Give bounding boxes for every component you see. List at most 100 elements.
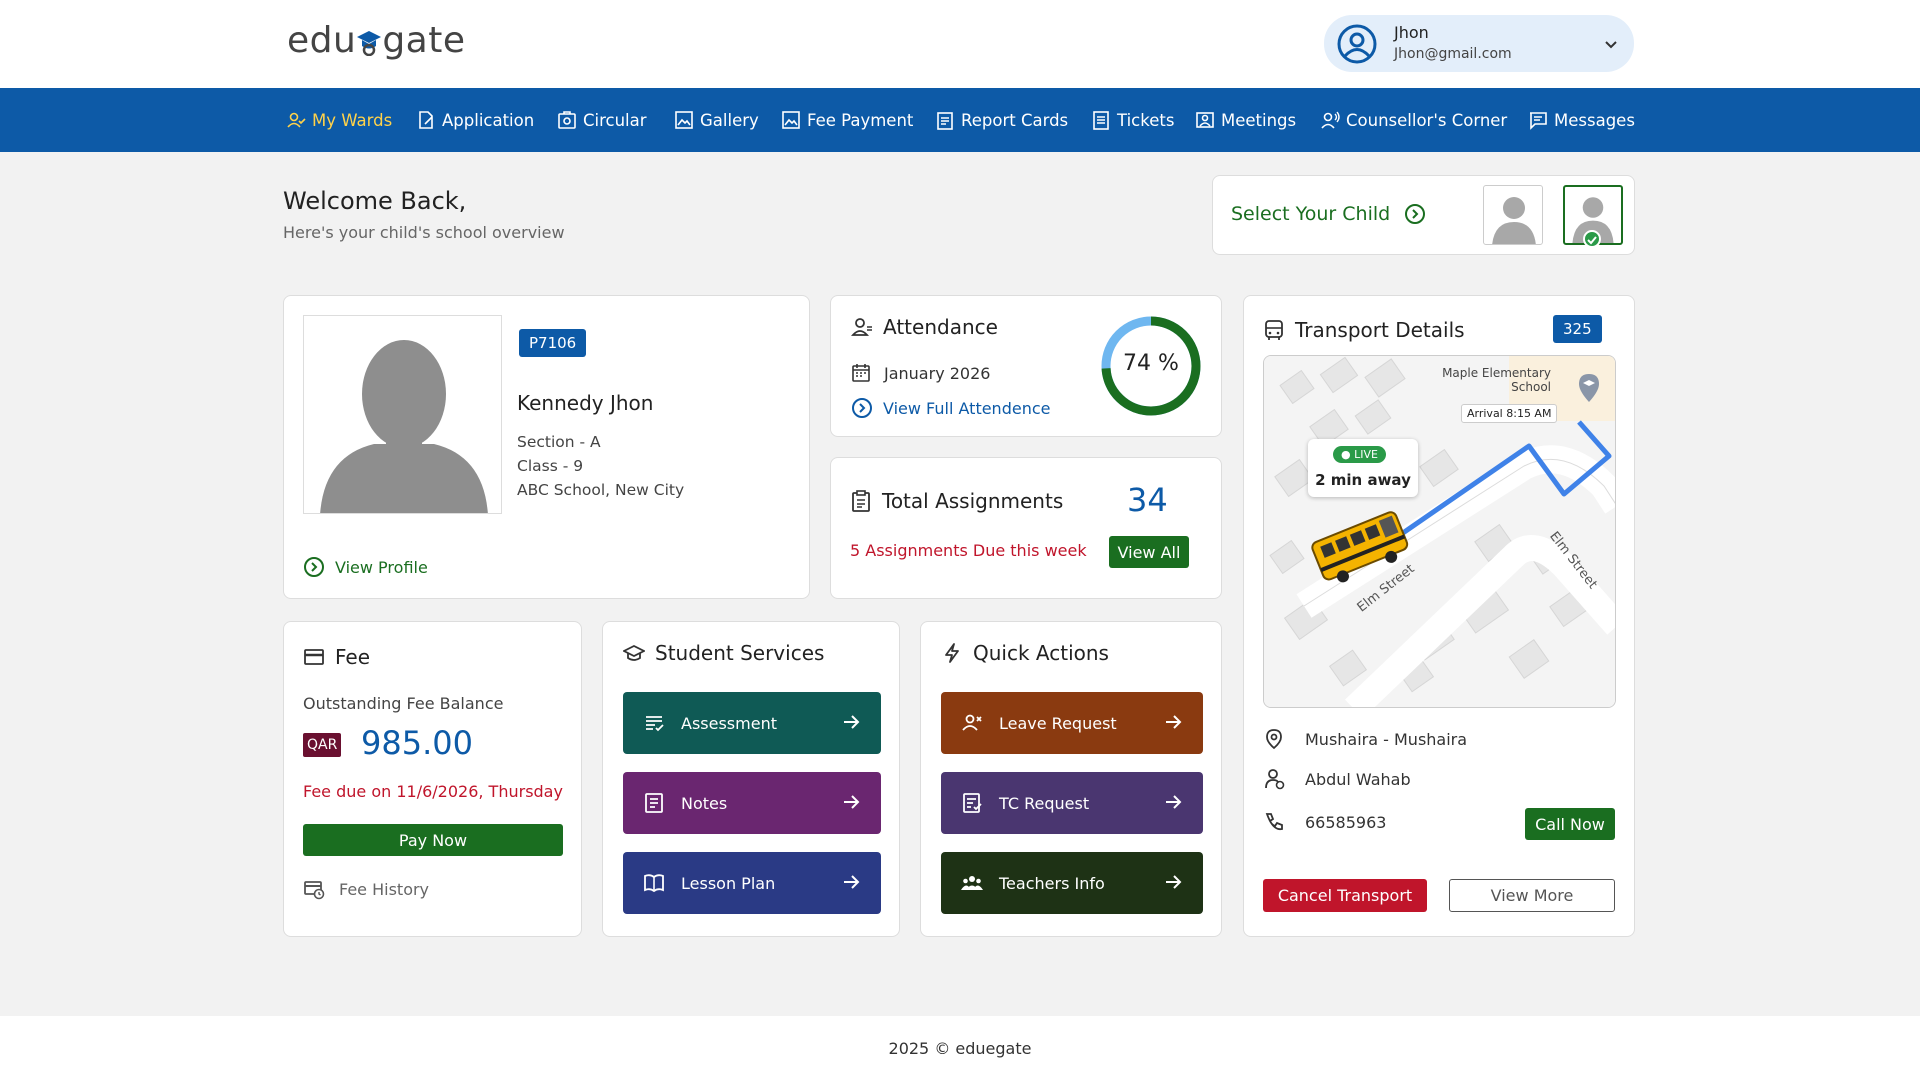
attendance-month-text: January 2026 [884,363,991,383]
live-badge: ● LIVE [1333,446,1386,463]
phone-icon [1265,813,1283,831]
nav-label: My Wards [312,110,393,130]
ticket-icon [1093,111,1109,130]
assessment-button[interactable]: Assessment [623,692,881,754]
document-request-icon [963,793,982,813]
student-school: ABC School, New City [517,481,685,499]
clipboard-icon [852,490,870,512]
message-icon [1530,112,1547,130]
nav-tickets[interactable]: Tickets [1091,108,1174,132]
bus-icon [1265,320,1283,340]
notes-button[interactable]: Notes [623,772,881,834]
nav-label: Report Cards [961,110,1069,130]
lightning-icon [945,643,959,663]
gallery-icon [675,111,693,129]
fee-history-label: Fee History [339,879,430,899]
nav-counsellors-corner[interactable]: Counsellor's Corner [1320,108,1507,132]
view-all-assignments-button[interactable]: View All [1109,536,1189,568]
image-icon [782,111,800,129]
map-arrival-label: Arrival 8:15 AM [1461,404,1558,423]
map-school-label: Maple Elementary School [1441,366,1551,394]
live-text: LIVE [1354,448,1378,461]
tc-request-button[interactable]: TC Request [941,772,1203,834]
nav-my-wards[interactable]: My Wards [286,108,392,132]
main-nav: My Wards Application Circular Gallery Fe… [0,88,1920,152]
nav-label: Messages [1554,110,1635,130]
user-avatar-icon [1337,24,1377,64]
fee-amount: 985.00 [361,724,473,762]
fee-title: Fee [303,645,370,669]
eta-text: 2 min away [1315,471,1411,489]
map-eta-bubble: ● LIVE 2 min away [1308,439,1418,497]
transport-driver: Abdul Wahab [1263,768,1411,790]
user-group-icon [287,112,306,128]
nav-label: Application [442,110,535,130]
driver-icon [1265,769,1285,790]
student-name: Kennedy Jhon [517,391,654,415]
nav-report-cards[interactable]: Report Cards [935,108,1068,132]
circular-icon [558,111,576,129]
nav-application[interactable]: Application [416,108,534,132]
arrow-right-icon [844,795,860,809]
footer-copyright: 2025 © eduegate [888,1039,1032,1058]
currency-badge: QAR [303,733,342,757]
view-full-attendance-link[interactable]: View Full Attendence [851,397,1050,419]
logo[interactable]: edu gate [287,20,466,61]
book-icon [644,874,664,893]
cancel-transport-button[interactable]: Cancel Transport [1263,879,1427,912]
nav-gallery[interactable]: Gallery [674,108,759,132]
nav-label: Tickets [1117,110,1175,130]
student-section: Section - A [517,433,601,451]
assignments-title: Total Assignments [850,489,1063,513]
view-profile-label: View Profile [335,557,428,577]
transport-driver-text: Abdul Wahab [1305,769,1411,789]
map-school-name-2: School [1511,380,1551,394]
list-check-icon [646,716,664,732]
view-profile-link[interactable]: View Profile [303,556,428,578]
nav-circular[interactable]: Circular [557,108,647,132]
nav-meetings[interactable]: Meetings [1195,108,1296,132]
credit-card-icon [304,649,324,665]
nav-label: Circular [583,110,647,130]
pay-now-button[interactable]: Pay Now [303,824,563,856]
nav-messages[interactable]: Messages [1528,108,1635,132]
attendance-percent: 74 % [1123,351,1179,376]
quick-actions-card: Quick Actions Leave Request TC Request T… [920,621,1222,937]
lesson-plan-button[interactable]: Lesson Plan [623,852,881,914]
tc-request-label: TC Request [999,793,1090,813]
transport-title: Transport Details [1263,318,1465,342]
user-menu[interactable]: Jhon Jhon@gmail.com [1324,15,1634,72]
transport-title-text: Transport Details [1295,318,1465,342]
chevron-down-icon[interactable] [1604,37,1618,51]
select-child-label[interactable]: Select Your Child [1231,203,1426,225]
logo-text-right: gate [382,20,466,61]
student-photo [303,315,502,514]
meeting-icon [1196,112,1214,128]
fee-history-link[interactable]: Fee History [303,878,429,900]
nav-fee-payment[interactable]: Fee Payment [781,108,913,132]
nav-label: Meetings [1221,110,1297,130]
arrow-right-icon [1166,875,1182,889]
arrow-right-icon [844,715,860,729]
attendance-title-text: Attendance [883,315,998,339]
child-avatar-1[interactable] [1483,185,1543,245]
transport-stop-text: Mushaira - Mushaira [1305,729,1468,749]
attendance-card: Attendance January 2026 View Full Attend… [830,295,1222,437]
map-school-name-1: Maple Elementary [1442,366,1551,380]
user-email: Jhon@gmail.com [1394,46,1512,62]
call-now-button[interactable]: Call Now [1525,808,1615,840]
teachers-info-button[interactable]: Teachers Info [941,852,1203,914]
person-silhouette-icon [1492,197,1536,244]
student-services-title: Student Services [623,641,824,665]
student-card: P7106 Kennedy Jhon Section - A Class - 9… [283,295,810,599]
logo-text-left: edu [287,20,357,61]
header: edu gate Jhon Jhon@gmail.com [0,0,1920,88]
person-silhouette-icon [320,340,488,513]
view-more-button[interactable]: View More [1449,879,1615,912]
student-class: Class - 9 [517,457,584,475]
transport-stop: Mushaira - Mushaira [1263,728,1467,750]
live-map[interactable]: Maple Elementary School Arrival 8:15 AM … [1263,355,1616,708]
leave-request-button[interactable]: Leave Request [941,692,1203,754]
arrow-right-icon [1166,795,1182,809]
route-number-badge: 325 [1553,315,1602,343]
